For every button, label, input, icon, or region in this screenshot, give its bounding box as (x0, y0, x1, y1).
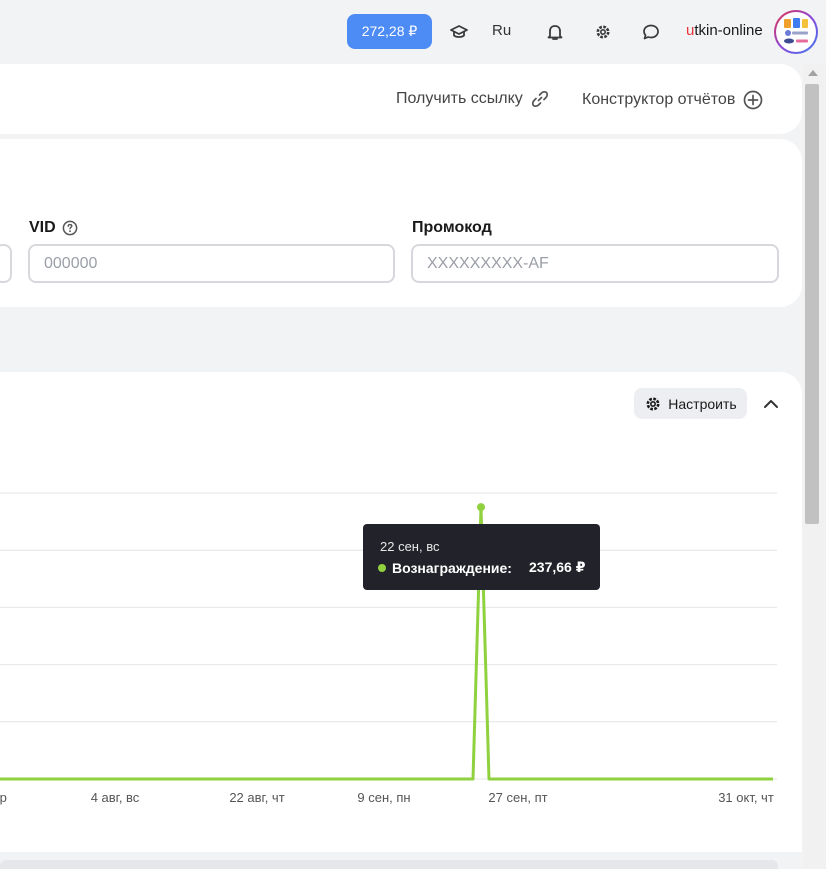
tooltip-row: Вознаграждение: 237,66 ₽ (378, 559, 585, 576)
avatar[interactable] (774, 10, 818, 54)
username[interactable]: utkin-online (686, 22, 763, 39)
reward-chart: ср 4 авг, вс 22 авг, чт 9 сен, пн 27 сен, пт… (0, 492, 777, 805)
vid-label: VID (29, 219, 78, 237)
get-link-button[interactable]: Получить ссылку (396, 90, 549, 108)
avatar-logo-icon (784, 18, 808, 44)
x-tick-label: ср (0, 790, 7, 805)
balance-button[interactable]: 272,28 ₽ (347, 14, 432, 49)
tooltip-series-dot (378, 563, 386, 572)
plus-circle-icon (743, 90, 763, 110)
x-tick-label: 4 авг, вс (91, 790, 140, 805)
prev-filter-input-edge[interactable] (0, 244, 12, 283)
vid-input[interactable] (28, 244, 395, 283)
scroll-up-arrow-icon[interactable] (808, 70, 818, 76)
link-icon (531, 90, 548, 108)
x-tick-label: 27 сен, пт (488, 790, 547, 805)
x-tick-label: 9 сен, пн (357, 790, 410, 805)
tooltip-value: 237,66 ₽ (529, 559, 586, 575)
next-card-edge (0, 860, 778, 869)
tooltip-series-label: Вознаграждение: (392, 559, 512, 576)
promo-input[interactable] (411, 244, 779, 283)
x-tick-label: 22 авг, чт (229, 790, 284, 805)
gear-icon[interactable] (589, 18, 617, 46)
language-switch[interactable]: Ru (492, 22, 511, 39)
report-builder-label: Конструктор отчётов (582, 91, 736, 108)
x-tick-label: 31 окт, чт (718, 790, 774, 805)
promo-label: Промокод (412, 219, 492, 236)
username-rest: tkin-online (694, 22, 763, 39)
tooltip-date: 22 сен, вс (380, 539, 440, 554)
report-builder-button[interactable]: Конструктор отчётов (582, 90, 763, 110)
help-icon[interactable] (62, 220, 78, 236)
graduation-cap-icon[interactable] (445, 18, 473, 46)
get-link-label: Получить ссылку (396, 90, 523, 107)
data-point[interactable] (477, 503, 485, 512)
top-bar: 272,28 ₽ Ru utkin-online (0, 0, 826, 64)
vid-label-text: VID (29, 219, 56, 236)
chart-tooltip: 22 сен, вс Вознаграждение: 237,66 ₽ (363, 524, 600, 590)
scrollbar-thumb[interactable] (805, 84, 819, 524)
bell-icon[interactable] (541, 18, 569, 46)
chat-icon[interactable] (637, 18, 665, 46)
